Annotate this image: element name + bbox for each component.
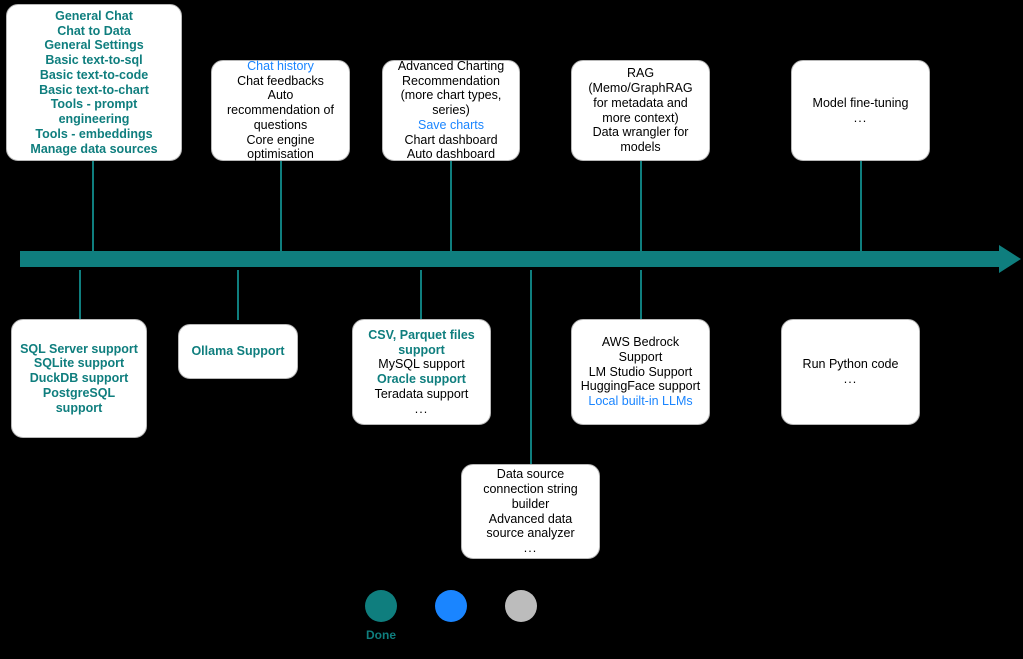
roadmap-card-line: Tools - prompt engineering bbox=[50, 97, 141, 126]
connector-below-5 bbox=[640, 270, 642, 320]
connector-above-1 bbox=[92, 160, 94, 262]
roadmap-card-line: ... bbox=[414, 401, 429, 416]
roadmap-card-line: Basic text-to-chart bbox=[39, 82, 149, 97]
roadmap-card-line: General Settings bbox=[44, 38, 144, 53]
roadmap-card-line: ... bbox=[853, 110, 868, 125]
roadmap-card[interactable]: Model fine-tuning... bbox=[791, 60, 930, 161]
legend-item bbox=[505, 590, 537, 628]
roadmap-card-line: Core engine optimisation bbox=[246, 132, 319, 162]
legend-dot-planned bbox=[505, 590, 537, 622]
timeline-bar bbox=[20, 251, 1000, 267]
roadmap-card-line: General Chat bbox=[55, 8, 133, 23]
roadmap-card-line: ... bbox=[843, 372, 858, 386]
roadmap-card[interactable]: CSV, Parquet files support MySQL support O… bbox=[352, 319, 491, 425]
roadmap-card-line: Run Python code bbox=[802, 357, 899, 372]
roadmap-card-line: Basic text-to-sql bbox=[45, 53, 143, 67]
roadmap-card-line: Data source connection string builder bbox=[483, 467, 582, 511]
roadmap-card[interactable]: RAG (Memo/GraphRAG for metadata and more… bbox=[571, 60, 710, 161]
roadmap-card[interactable]: General Chat Chat to Data General Settings… bbox=[6, 4, 182, 161]
legend-item bbox=[435, 590, 467, 628]
legend-dot-in-progress bbox=[435, 590, 467, 622]
roadmap-card-line: RAG (Memo/GraphRAG for metadata and more… bbox=[588, 66, 697, 125]
roadmap-card-line: Advanced data source analyzer bbox=[486, 511, 576, 541]
connector-above-2 bbox=[280, 160, 282, 262]
roadmap-card-line: Advanced Charting Recommendation (more c… bbox=[397, 58, 508, 118]
roadmap-card[interactable]: AWS Bedrock Support LM Studio Support Hugg… bbox=[571, 319, 710, 425]
roadmap-card-line: LM Studio Support bbox=[588, 364, 693, 379]
roadmap-card-line: Tools - embeddings bbox=[35, 126, 153, 141]
roadmap-card-line: ... bbox=[523, 541, 538, 555]
connector-below-1 bbox=[79, 270, 81, 320]
roadmap-card-line: Model fine-tuning bbox=[812, 95, 909, 110]
roadmap-card[interactable]: Run Python code... bbox=[781, 319, 920, 425]
timeline-arrow-icon bbox=[999, 245, 1021, 273]
roadmap-card-line: Local built-in LLMs bbox=[588, 394, 693, 409]
roadmap-card-line: MySQL support bbox=[378, 357, 465, 372]
roadmap-card-line: Chat history bbox=[247, 58, 314, 73]
roadmap-card-line: Ollama Support bbox=[191, 344, 285, 359]
connector-above-5 bbox=[860, 160, 862, 262]
connector-below-2 bbox=[237, 270, 239, 320]
legend-dot-done bbox=[365, 590, 397, 622]
roadmap-card[interactable]: Advanced Charting Recommendation (more c… bbox=[382, 58, 520, 162]
roadmap-card-line: Data wrangler for models bbox=[592, 125, 692, 154]
roadmap-card-line: Save charts bbox=[417, 117, 484, 132]
roadmap-card-line: Auto dashboard bbox=[406, 147, 496, 162]
roadmap-card-line: Manage data sources bbox=[30, 141, 158, 156]
connector-below-3 bbox=[420, 270, 422, 320]
roadmap-card-line: Basic text-to-code bbox=[39, 67, 149, 82]
roadmap-card-line: PostgreSQL support bbox=[42, 385, 119, 415]
connector-above-3 bbox=[450, 160, 452, 262]
roadmap-card-line: Oracle support bbox=[377, 372, 466, 386]
roadmap-card-line: Teradata support bbox=[374, 386, 469, 401]
roadmap-card[interactable]: Ollama Support bbox=[178, 324, 298, 379]
roadmap-diagram: General Chat Chat to Data General Settings… bbox=[0, 0, 1023, 659]
legend-label-done: Done bbox=[366, 628, 396, 642]
roadmap-card-line: Auto recommendation of questions bbox=[226, 88, 338, 132]
roadmap-card[interactable]: SQL Server support SQLite support DuckDB s… bbox=[11, 319, 147, 438]
roadmap-card-line: AWS Bedrock Support bbox=[601, 335, 683, 364]
roadmap-card[interactable]: Chat history Chat feedbacks Auto recommend… bbox=[211, 58, 350, 162]
connector-below-4 bbox=[530, 270, 532, 466]
roadmap-card-line: HuggingFace support bbox=[580, 379, 701, 394]
roadmap-card-line: Chat feedbacks bbox=[237, 73, 324, 88]
connector-above-4 bbox=[640, 160, 642, 262]
roadmap-card-line: SQLite support bbox=[33, 356, 125, 371]
roadmap-card-line: Chat to Data bbox=[57, 23, 131, 38]
roadmap-card-line: DuckDB support bbox=[29, 371, 129, 386]
roadmap-card[interactable]: Data source connection string builder Adv… bbox=[461, 464, 600, 559]
roadmap-card-line: Chart dashboard bbox=[404, 132, 498, 147]
legend-item: Done bbox=[365, 590, 397, 642]
roadmap-card-line: CSV, Parquet files support bbox=[368, 327, 479, 357]
roadmap-card-line: SQL Server support bbox=[20, 341, 138, 356]
